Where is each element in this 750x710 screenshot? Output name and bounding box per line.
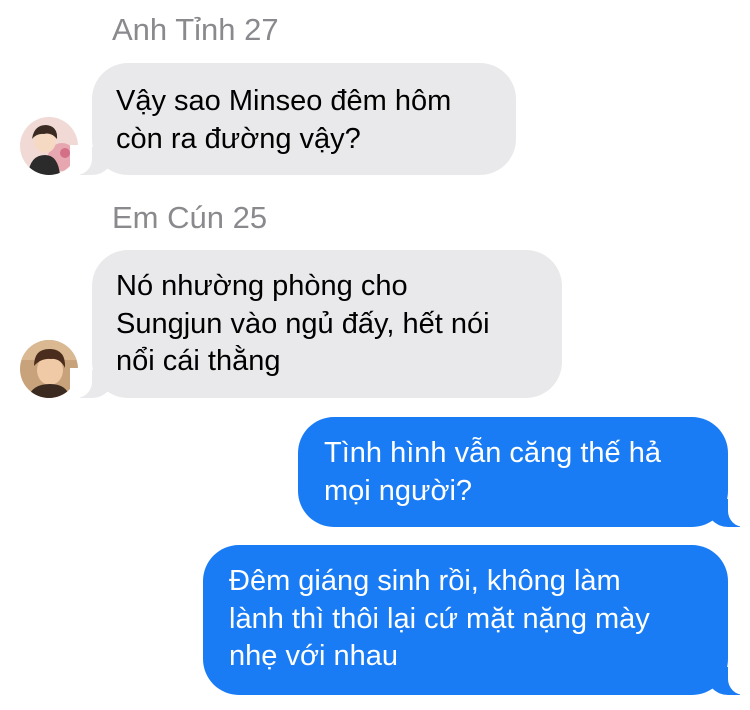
- message-bubble[interactable]: Tình hình vẫn căng thế hả mọi người?: [298, 417, 750, 527]
- bubble-tail: [70, 145, 114, 175]
- bubble-tail: [706, 665, 750, 695]
- bubble-tail: [706, 497, 750, 527]
- message-text: Vậy sao Minseo đêm hôm còn ra đường vậy?: [116, 85, 452, 155]
- message-text: Tình hình vẫn căng thế hả mọi người?: [324, 437, 661, 507]
- message-bubble[interactable]: Nó nhường phòng cho Sungjun vào ngủ đấy,…: [70, 250, 562, 398]
- bubble-tail: [70, 368, 114, 398]
- message-text: Nó nhường phòng cho Sungjun vào ngủ đấy,…: [116, 270, 490, 378]
- sender-name: Em Cún 25: [112, 200, 268, 235]
- message-bubble[interactable]: Vậy sao Minseo đêm hôm còn ra đường vậy?: [70, 63, 516, 175]
- message-text: Đêm giáng sinh rồi, không làm lành thì t…: [229, 565, 650, 673]
- sender-name: Anh Tỉnh 27: [112, 12, 279, 47]
- message-bubble[interactable]: Đêm giáng sinh rồi, không làm lành thì t…: [203, 545, 750, 695]
